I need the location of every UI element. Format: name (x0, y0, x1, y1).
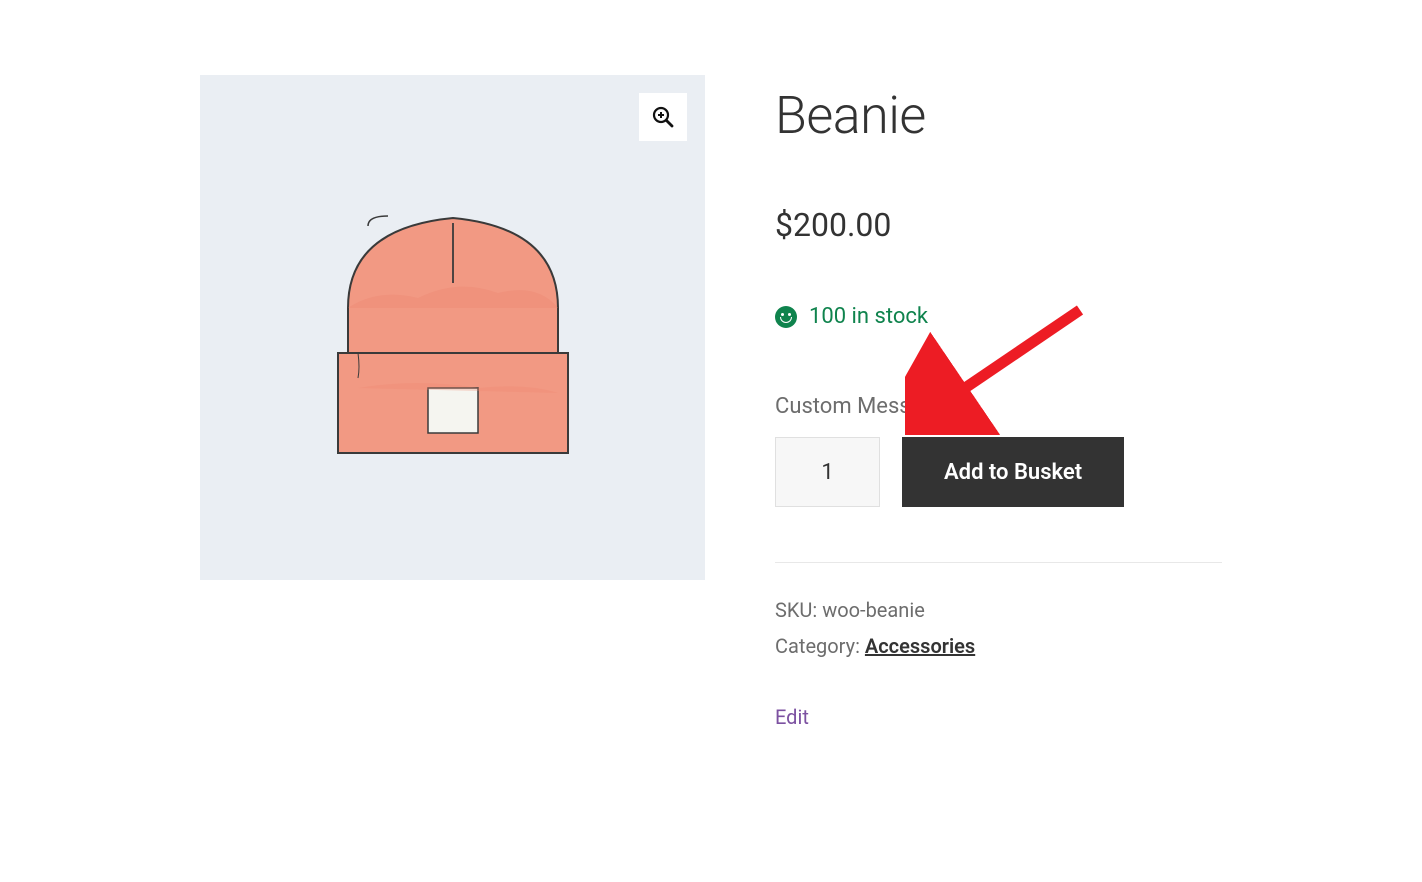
category-link[interactable]: Accessories (865, 634, 975, 658)
product-info: Beanie $200.00 100 in stock Custom Messa… (775, 75, 1222, 729)
add-to-cart-button[interactable]: Add to Busket (902, 437, 1124, 507)
product-meta: SKU: woo-beanie Category: Accessories Ed… (775, 562, 1222, 729)
quantity-input[interactable] (775, 437, 880, 507)
product-price: $200.00 (775, 206, 1222, 244)
zoom-button[interactable] (639, 93, 687, 141)
sku-label: SKU: (775, 598, 822, 622)
custom-message-label: Custom Message (775, 394, 1222, 419)
stock-status: 100 in stock (775, 304, 1222, 329)
edit-link[interactable]: Edit (775, 705, 809, 729)
smiley-icon (775, 306, 797, 328)
sku-value: woo-beanie (822, 598, 925, 622)
sku-line: SKU: woo-beanie (775, 598, 1222, 622)
category-label: Category: (775, 634, 865, 658)
category-line: Category: Accessories (775, 634, 1222, 658)
product-title: Beanie (775, 85, 1222, 146)
zoom-icon (651, 105, 675, 129)
stock-text: 100 in stock (809, 304, 928, 329)
cart-form: Add to Busket (775, 437, 1222, 507)
product-illustration (298, 188, 608, 468)
product-image[interactable] (200, 75, 705, 580)
